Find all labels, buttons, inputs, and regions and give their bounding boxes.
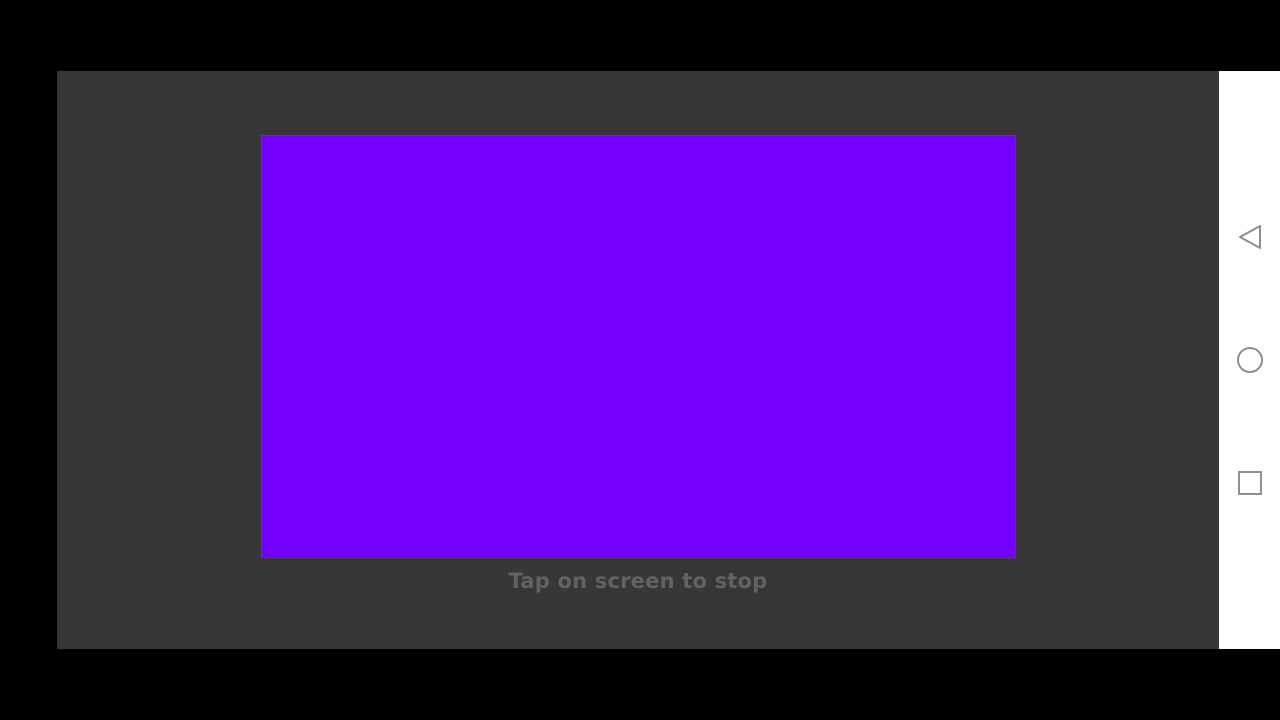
recents-square-icon — [1237, 471, 1262, 495]
recents-button[interactable] — [1219, 463, 1280, 503]
android-navigation-bar — [1219, 71, 1280, 649]
home-circle-icon — [1236, 347, 1263, 373]
screen-test-app[interactable]: Tap on screen to stop — [57, 71, 1219, 649]
back-button[interactable] — [1219, 217, 1280, 257]
tap-to-stop-hint: Tap on screen to stop — [508, 569, 768, 593]
back-triangle-icon — [1238, 225, 1261, 249]
color-panel[interactable] — [261, 135, 1016, 558]
home-button[interactable] — [1219, 340, 1280, 380]
